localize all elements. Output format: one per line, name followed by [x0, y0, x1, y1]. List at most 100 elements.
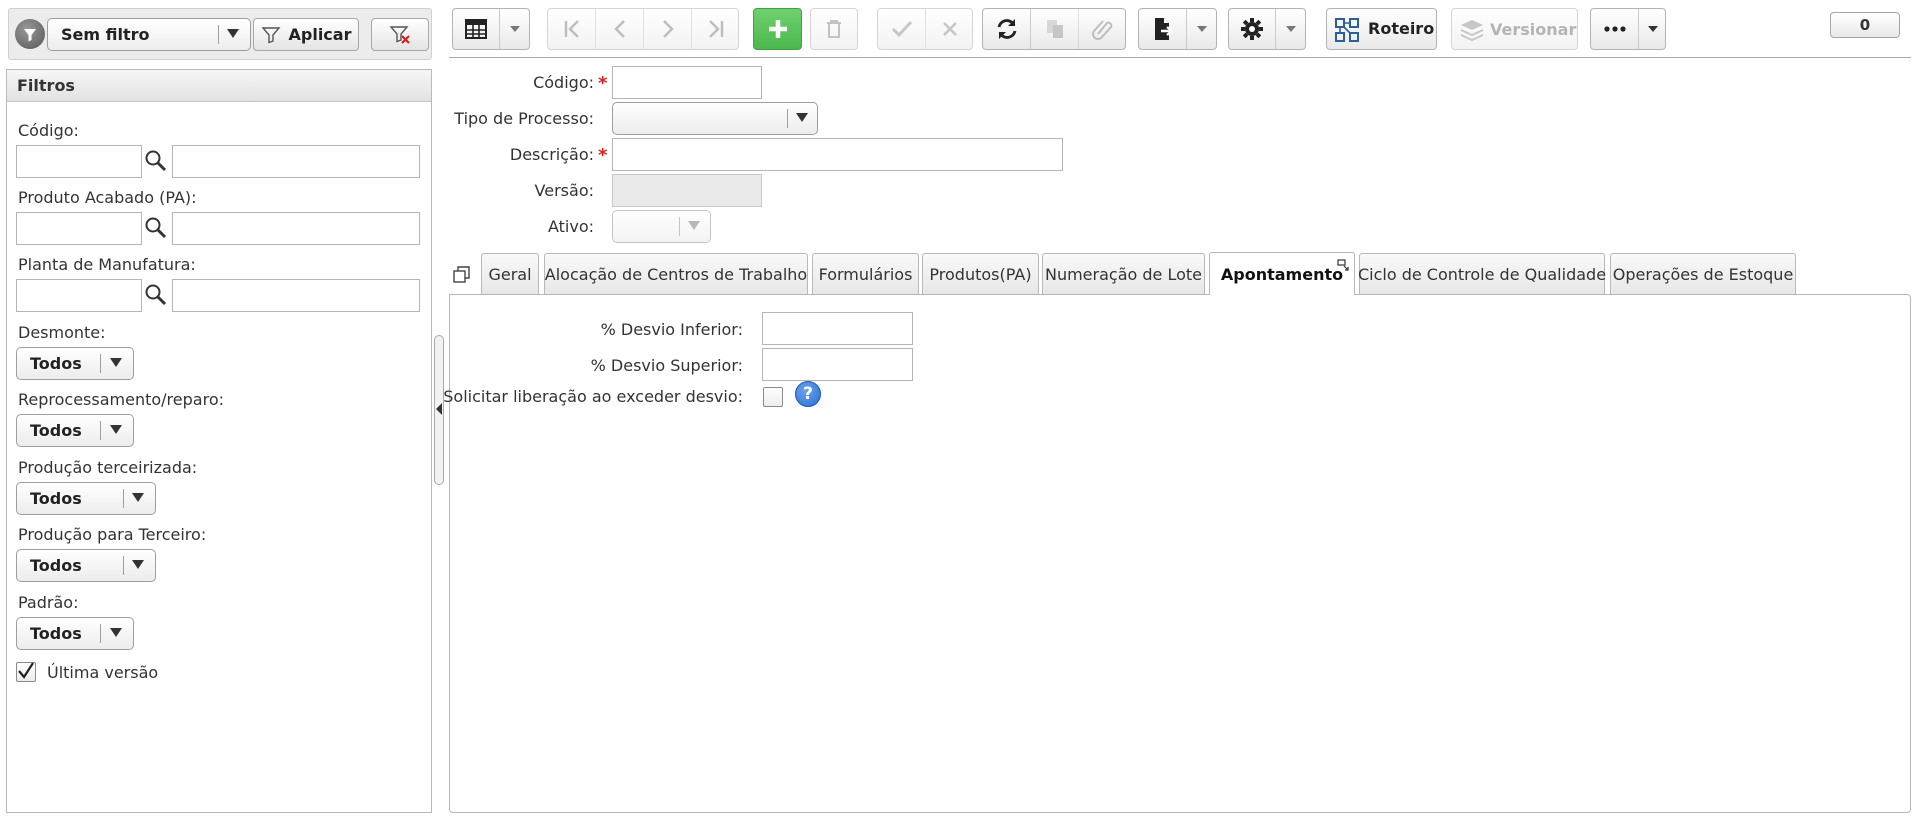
- refresh-icon: [997, 19, 1016, 39]
- refresh-button[interactable]: [983, 9, 1031, 49]
- grid-view-dropdown[interactable]: [500, 9, 530, 49]
- add-record-button[interactable]: [753, 8, 802, 50]
- caret-down-icon: [510, 26, 520, 32]
- planta-filter-label: Planta de Manufatura:: [18, 255, 196, 274]
- tab-operacoes-estoque[interactable]: Operações de Estoque: [1610, 253, 1796, 294]
- chevron-down-icon: [132, 560, 144, 569]
- prod-terceirizada-filter-label: Produção terceirizada:: [18, 458, 198, 477]
- search-icon[interactable]: [144, 149, 168, 173]
- apply-filter-button[interactable]: Aplicar: [253, 18, 359, 51]
- reprocessamento-filter-label: Reprocessamento/reparo:: [18, 390, 224, 409]
- grid-icon: [465, 19, 487, 39]
- padrao-filter-select[interactable]: Todos: [16, 617, 134, 650]
- gear-icon: [1241, 18, 1263, 40]
- caret-down-icon: [1286, 26, 1296, 32]
- solicitar-liberacao-checkbox[interactable]: [763, 387, 783, 407]
- tipo-processo-select[interactable]: [612, 102, 818, 135]
- descricao-label: Descrição:: [509, 145, 594, 164]
- export-document-icon: [1154, 18, 1174, 40]
- cancel-button[interactable]: [926, 9, 974, 49]
- check-icon: [891, 20, 912, 38]
- export-dropdown[interactable]: [1187, 9, 1217, 49]
- filter-menu-icon[interactable]: [15, 19, 45, 49]
- desvio-inferior-input[interactable]: [762, 312, 913, 345]
- record-actions-group: [982, 8, 1126, 50]
- ultima-versao-checkbox[interactable]: [16, 662, 36, 682]
- first-record-button[interactable]: [548, 9, 596, 49]
- tab-ciclo-controle[interactable]: Ciclo de Controle de Qualidade: [1358, 253, 1606, 294]
- search-icon[interactable]: [144, 283, 168, 307]
- desvio-superior-input[interactable]: [762, 348, 913, 381]
- settings-group: [1228, 8, 1306, 50]
- duplicate-button[interactable]: [1031, 9, 1079, 49]
- next-record-button[interactable]: [644, 9, 692, 49]
- planta-filter-input[interactable]: [16, 279, 142, 312]
- close-icon: [943, 22, 957, 36]
- prod-terceiro-filter-label: Produção para Terceiro:: [18, 525, 207, 544]
- caret-down-icon: [1197, 26, 1207, 32]
- padrao-filter-label: Padrão:: [18, 593, 79, 612]
- delete-record-button[interactable]: [810, 8, 858, 50]
- settings-button[interactable]: [1229, 9, 1276, 49]
- tab-numeracao-lote[interactable]: Numeração de Lote: [1042, 253, 1205, 294]
- codigo-filter-input[interactable]: [16, 145, 142, 178]
- versionar-button[interactable]: Versionar: [1451, 8, 1578, 50]
- detach-tab-icon[interactable]: [1337, 259, 1349, 271]
- codigo-filter-desc-input[interactable]: [172, 145, 420, 178]
- ultima-versao-label: Última versão: [47, 663, 159, 682]
- export-button[interactable]: [1139, 9, 1187, 49]
- tab-geral[interactable]: Geral: [481, 253, 539, 294]
- tab-alocacao[interactable]: Alocação de Centros de Trabalho: [544, 253, 808, 294]
- save-button[interactable]: [878, 9, 926, 49]
- versao-input: [612, 174, 762, 207]
- restore-window-icon[interactable]: [453, 266, 471, 284]
- apontamento-tab-panel: % Desvio Inferior: % Desvio Superior: So…: [443, 294, 1911, 813]
- codigo-label: Código:: [533, 73, 594, 92]
- solicitar-liberacao-label: Solicitar liberação ao exceder desvio:: [443, 387, 743, 406]
- settings-dropdown[interactable]: [1276, 9, 1306, 49]
- tab-produtos[interactable]: Produtos(PA): [922, 253, 1039, 294]
- produto-filter-label: Produto Acabado (PA):: [18, 188, 197, 207]
- prod-terceiro-filter-select[interactable]: Todos: [16, 549, 156, 582]
- ativo-label: Ativo:: [547, 217, 594, 236]
- more-actions-dropdown[interactable]: [1639, 9, 1667, 49]
- planta-filter-desc-input[interactable]: [172, 279, 420, 312]
- paperclip-icon: [1092, 20, 1113, 40]
- tab-apontamento[interactable]: Apontamento: [1209, 252, 1355, 295]
- more-actions-group: [1590, 8, 1666, 50]
- last-record-button[interactable]: [692, 9, 740, 49]
- produto-filter-desc-input[interactable]: [172, 212, 420, 245]
- plus-icon: [768, 20, 787, 38]
- filter-panel: Filtros Código: Produto Acabado (PA): Pl…: [6, 69, 432, 813]
- toolbar-divider: [449, 57, 1911, 58]
- desmonte-filter-select[interactable]: Todos: [16, 347, 134, 380]
- tipo-processo-label: Tipo de Processo:: [454, 109, 594, 128]
- prod-terceirizada-filter-select[interactable]: Todos: [16, 482, 156, 515]
- codigo-input[interactable]: [612, 66, 762, 99]
- search-icon[interactable]: [144, 216, 168, 240]
- produto-filter-input[interactable]: [16, 212, 142, 245]
- descricao-input[interactable]: [612, 138, 1063, 171]
- filter-toolbar: Sem filtro Aplicar: [8, 8, 432, 60]
- more-actions-button[interactable]: [1591, 9, 1639, 49]
- desvio-inferior-label: % Desvio Inferior:: [600, 320, 743, 339]
- reprocessamento-filter-select[interactable]: Todos: [16, 414, 134, 447]
- grid-view-button[interactable]: [453, 9, 500, 49]
- help-icon[interactable]: ?: [795, 381, 821, 407]
- tab-formularios[interactable]: Formulários: [812, 253, 919, 294]
- clear-filter-button[interactable]: [371, 18, 429, 51]
- previous-record-button[interactable]: [596, 9, 644, 49]
- chevron-down-icon: [110, 358, 122, 367]
- saved-filter-select[interactable]: Sem filtro: [47, 18, 251, 51]
- panel-splitter[interactable]: [434, 335, 444, 485]
- record-navigation-group: [547, 8, 739, 50]
- ativo-select[interactable]: [612, 210, 711, 243]
- save-cancel-group: [877, 8, 973, 50]
- attach-button[interactable]: [1079, 9, 1127, 49]
- required-marker: *: [598, 73, 608, 94]
- copy-icon: [1046, 20, 1063, 38]
- roteiro-button[interactable]: Roteiro: [1326, 8, 1437, 50]
- chevron-down-icon: [796, 113, 808, 122]
- desvio-superior-label: % Desvio Superior:: [590, 356, 743, 375]
- chevron-right-icon: [662, 20, 674, 38]
